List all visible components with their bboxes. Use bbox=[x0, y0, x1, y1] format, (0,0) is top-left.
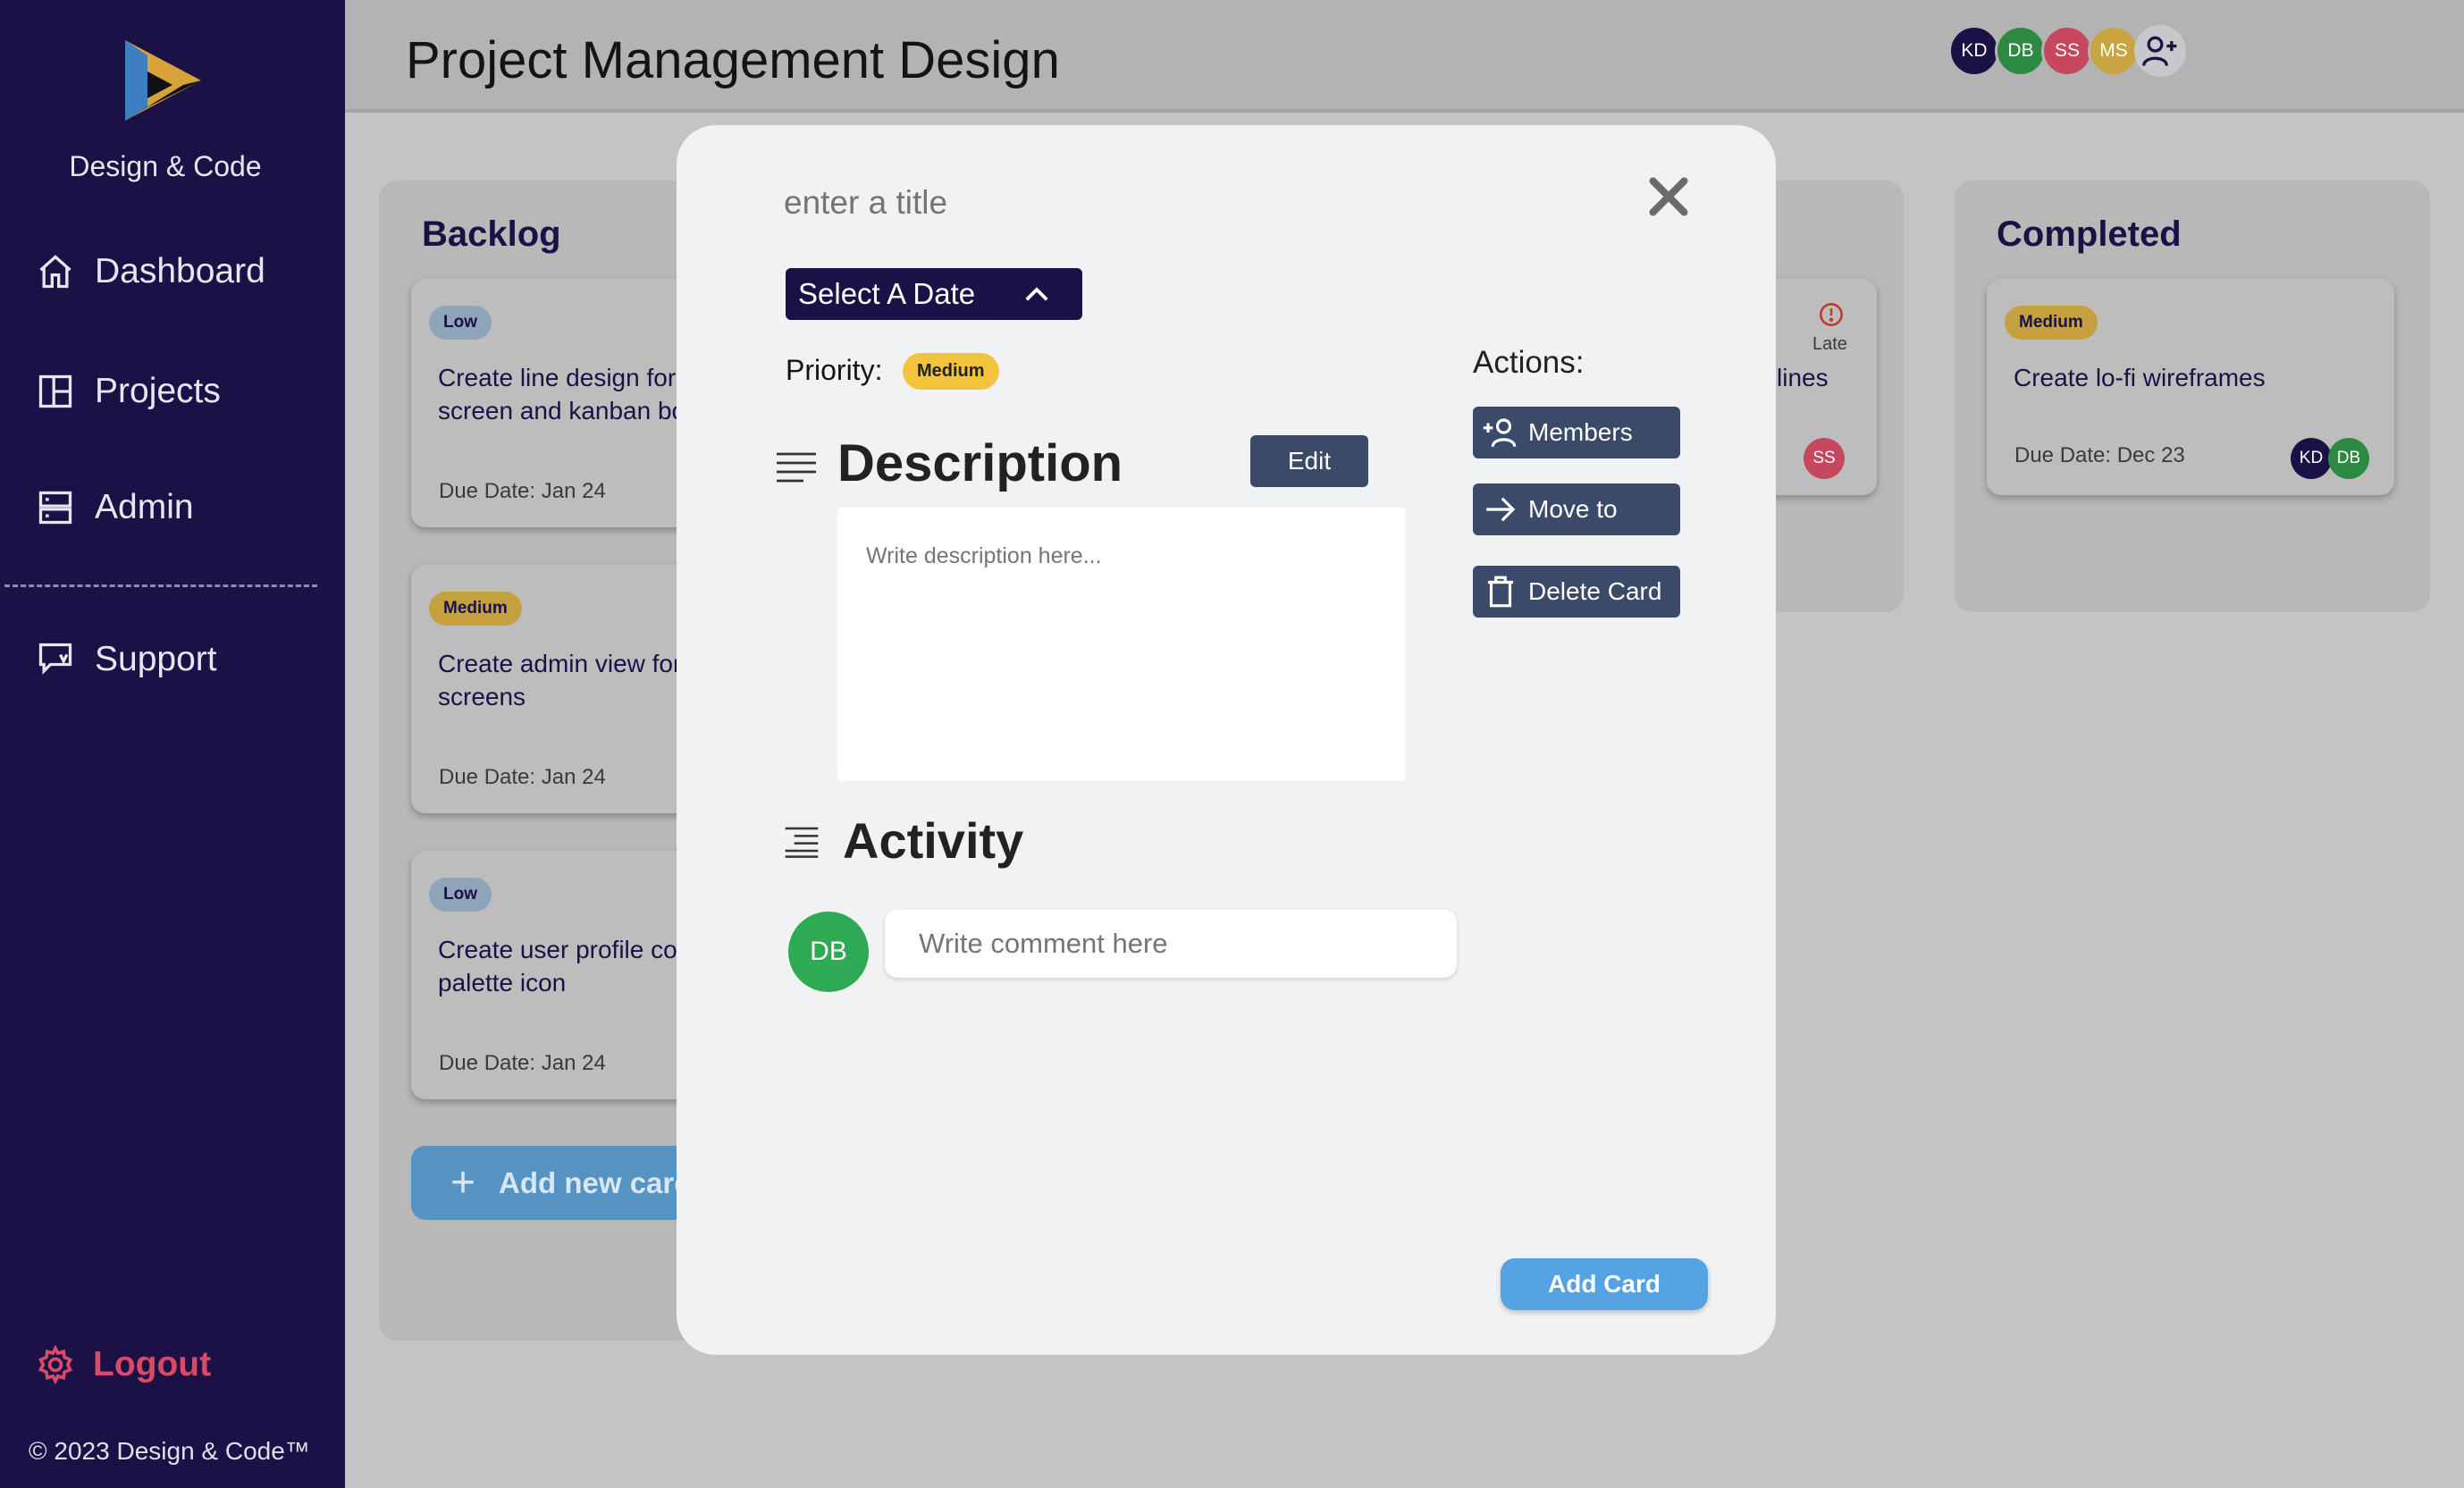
avatar[interactable]: SS bbox=[2041, 25, 2093, 77]
nav-admin-label: Admin bbox=[95, 488, 194, 526]
card-title-line: Create line design for bbox=[438, 364, 677, 391]
card-due-date: Due Date: Jan 24 bbox=[439, 479, 606, 503]
arrow-right-icon bbox=[1486, 497, 1516, 522]
server-icon bbox=[38, 491, 72, 525]
column-title: Completed bbox=[1997, 214, 2182, 254]
layout-icon bbox=[38, 374, 72, 408]
logout-button[interactable]: Logout bbox=[36, 1345, 211, 1384]
task-card[interactable]: Low Create user profile co palette icon D… bbox=[411, 851, 706, 1099]
card-title-line: Create user profile co bbox=[438, 936, 677, 963]
nav-admin[interactable]: Admin bbox=[36, 488, 194, 527]
card-modal: Select A Date Priority: Medium Descripti… bbox=[677, 125, 1776, 1355]
card-title: Create line design for screen and kanban … bbox=[438, 361, 685, 427]
card-title: Create admin view for screens bbox=[438, 647, 681, 713]
priority-tag: Low bbox=[429, 306, 492, 340]
members-button[interactable]: Members bbox=[1473, 407, 1680, 458]
nav-support-label: Support bbox=[95, 640, 217, 678]
nav-dashboard[interactable]: Dashboard bbox=[36, 252, 265, 291]
chevron-up-icon bbox=[1025, 287, 1048, 301]
card-due-date: Due Date: Dec 23 bbox=[2014, 443, 2185, 467]
plus-icon: + bbox=[450, 1159, 476, 1206]
sidebar: Design & Code Dashboard Projects Admin S… bbox=[0, 0, 345, 1488]
avatar[interactable]: MS bbox=[2088, 25, 2140, 77]
alert-icon bbox=[1820, 303, 1843, 326]
close-icon[interactable] bbox=[1642, 170, 1695, 223]
copyright: © 2023 Design & Code™ bbox=[29, 1437, 310, 1465]
priority-badge[interactable]: Medium bbox=[903, 353, 999, 390]
nav-support[interactable]: Support bbox=[36, 640, 217, 679]
edit-description-button[interactable]: Edit bbox=[1250, 435, 1368, 487]
card-title: lines bbox=[1777, 364, 1829, 391]
card-title-line: screens bbox=[438, 683, 526, 710]
card-due-date: Due Date: Jan 24 bbox=[439, 765, 606, 789]
actions-heading: Actions: bbox=[1473, 345, 1585, 380]
header: Project Management Design KD DB SS MS bbox=[345, 0, 2464, 113]
priority-tag: Medium bbox=[429, 592, 522, 626]
add-card-button[interactable]: Add Card bbox=[1501, 1258, 1708, 1310]
move-to-button[interactable]: Move to bbox=[1473, 483, 1680, 535]
nav-divider bbox=[4, 584, 317, 587]
card-due-date: Due Date: Jan 24 bbox=[439, 1051, 606, 1075]
logout-label: Logout bbox=[93, 1345, 212, 1383]
add-user-icon bbox=[2142, 36, 2177, 66]
add-new-card-label: Add new card bbox=[499, 1165, 693, 1199]
page-title: Project Management Design bbox=[406, 31, 1060, 89]
text-align-icon bbox=[777, 452, 816, 483]
description-input[interactable] bbox=[837, 508, 1406, 781]
comment-input[interactable] bbox=[885, 910, 1457, 978]
gear-icon bbox=[38, 1345, 73, 1384]
task-card[interactable]: Medium Create lo-fi wireframes Due Date:… bbox=[1987, 279, 2394, 495]
card-title-line: Create admin view for bbox=[438, 650, 682, 677]
members-label: Members bbox=[1528, 418, 1633, 446]
column-title: Backlog bbox=[422, 214, 561, 254]
task-card[interactable]: Low Create line design for screen and kan… bbox=[411, 279, 706, 527]
move-to-label: Move to bbox=[1528, 495, 1618, 523]
card-title-line: palette icon bbox=[438, 969, 567, 996]
priority-tag: Low bbox=[429, 878, 492, 912]
priority-tag: Medium bbox=[2005, 306, 2098, 340]
select-date-button[interactable]: Select A Date bbox=[786, 268, 1082, 320]
nav-projects-label: Projects bbox=[95, 372, 221, 410]
delete-card-button[interactable]: Delete Card bbox=[1473, 566, 1680, 618]
avatar: SS bbox=[1804, 438, 1845, 479]
card-title: Create lo-fi wireframes bbox=[2014, 364, 2266, 391]
priority-label: Priority: bbox=[786, 354, 883, 386]
avatar: KD bbox=[2291, 438, 2332, 479]
member-avatars: KD DB SS MS bbox=[1948, 25, 2186, 77]
avatar: DB bbox=[788, 912, 869, 992]
avatar[interactable]: DB bbox=[1995, 25, 2047, 77]
nav-projects[interactable]: Projects bbox=[36, 372, 221, 411]
task-card[interactable]: Medium Create admin view for screens Due … bbox=[411, 565, 706, 813]
brand-name: Design & Code bbox=[69, 150, 262, 182]
card-title-line: screen and kanban bo bbox=[438, 397, 686, 425]
card-title: Create user profile co palette icon bbox=[438, 933, 677, 999]
select-date-label: Select A Date bbox=[798, 277, 976, 310]
card-title-input[interactable] bbox=[784, 184, 1427, 222]
support-icon bbox=[38, 643, 72, 675]
delete-card-label: Delete Card bbox=[1528, 577, 1662, 605]
activity-heading: Activity bbox=[843, 812, 1024, 869]
brand-logo bbox=[125, 40, 201, 121]
avatar[interactable]: KD bbox=[1948, 25, 2000, 77]
add-user-icon bbox=[1483, 418, 1517, 448]
trash-icon bbox=[1488, 576, 1513, 608]
avatar: DB bbox=[2328, 438, 2369, 479]
late-label: Late bbox=[1812, 334, 1847, 354]
description-heading: Description bbox=[837, 434, 1123, 492]
add-member-button[interactable] bbox=[2134, 25, 2186, 77]
nav-dashboard-label: Dashboard bbox=[95, 252, 265, 290]
activity-list-icon bbox=[785, 827, 819, 858]
home-icon bbox=[39, 255, 71, 289]
